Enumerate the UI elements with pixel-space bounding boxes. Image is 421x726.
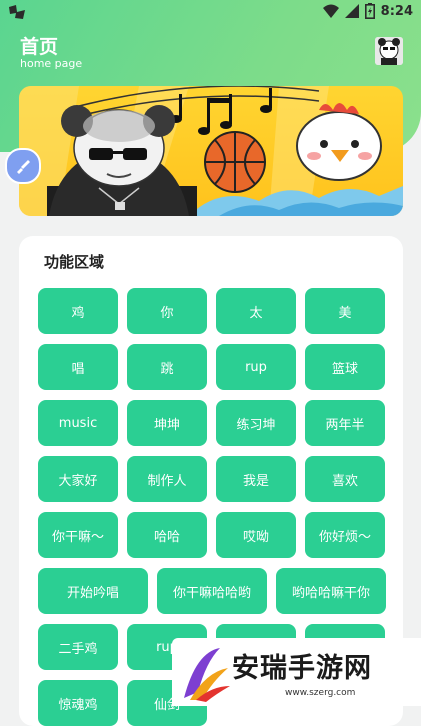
app-notification-icon [9,5,25,19]
signal-icon [344,4,359,18]
sound-button[interactable]: 练习坤 [216,400,296,446]
watermark: 安瑞手游网 www.szerg.com [172,638,421,706]
sound-button[interactable]: 哎呦 [216,512,296,558]
sound-button[interactable]: 坤坤 [127,400,207,446]
sound-button[interactable]: 鸡 [38,288,118,334]
watermark-logo-icon [184,648,230,702]
sound-button[interactable]: rup [216,344,296,390]
avatar[interactable] [375,37,403,65]
watermark-url: www.szerg.com [285,688,356,698]
sound-button[interactable]: 你好烦～ [305,512,385,558]
banner-illustration [19,86,403,216]
sound-button[interactable]: 太 [216,288,296,334]
banner-image[interactable] [19,86,403,216]
sound-button[interactable]: 你干嘛哈哈哟 [157,568,267,614]
page-subtitle: home page [20,57,83,70]
sound-button[interactable]: 你干嘛～ [38,512,118,558]
section-title: 功能区域 [44,253,105,271]
sound-button[interactable]: 跳 [127,344,207,390]
status-time: 8:24 [380,3,413,19]
panda-avatar-icon [375,37,403,65]
sound-button[interactable]: 篮球 [305,344,385,390]
sound-button[interactable]: 二手鸡 [38,624,118,670]
sound-button[interactable]: 哟哈哈嘛干你 [276,568,386,614]
wifi-icon [322,4,339,18]
sound-button[interactable]: 制作人 [127,456,207,502]
sound-button[interactable]: 你 [127,288,207,334]
sound-button[interactable]: 喜欢 [305,456,385,502]
status-bar: 8:24 [0,0,421,24]
sound-button[interactable]: music [38,400,118,446]
sound-button[interactable]: 唱 [38,344,118,390]
battery-icon [364,3,375,19]
brush-icon [17,160,30,174]
floating-action-button[interactable] [5,148,41,184]
watermark-text: 安瑞手游网 [232,653,372,684]
sound-button[interactable]: 两年半 [305,400,385,446]
page-title: 首页 [20,36,59,58]
sound-button[interactable]: 惊魂鸡 [38,680,118,726]
sound-button[interactable]: 哈哈 [127,512,207,558]
sound-button[interactable]: 开始吟唱 [38,568,148,614]
sound-button[interactable]: 美 [305,288,385,334]
sound-button[interactable]: 我是 [216,456,296,502]
sound-button[interactable]: 大家好 [38,456,118,502]
